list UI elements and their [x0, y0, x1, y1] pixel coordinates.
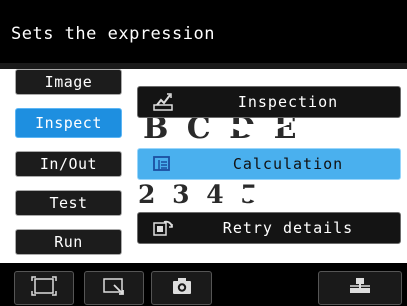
page-title: Sets the expression — [11, 24, 215, 44]
image-arrow-marker — [225, 189, 293, 203]
image-arrow-marker — [222, 124, 290, 138]
nav-in-out-button[interactable]: In/Out — [15, 151, 122, 177]
nav-flow-arrow — [53, 98, 83, 104]
calculation-icon — [152, 154, 174, 174]
inspection-icon — [152, 92, 174, 112]
nav-image-button[interactable]: Image — [15, 69, 122, 95]
menu-retry-details-label: Retry details — [222, 219, 354, 237]
network-icon — [347, 276, 373, 300]
screen: Sets the expression B C D E 2 3 4 5 Imag… — [0, 0, 407, 306]
network-button[interactable] — [318, 271, 402, 305]
menu-inspection-button[interactable]: Inspection — [137, 86, 401, 118]
fit-screen-icon — [31, 276, 57, 300]
menu-inspection-label: Inspection — [237, 93, 339, 111]
menu-calculation-button[interactable]: Calculation — [137, 148, 401, 180]
fit-screen-button[interactable] — [14, 271, 74, 305]
zoom-window-button[interactable] — [84, 271, 144, 305]
nav-flow-arrow — [53, 141, 83, 147]
nav-test-button[interactable]: Test — [15, 190, 122, 216]
title-bar: Sets the expression — [0, 0, 407, 63]
camera-icon — [170, 276, 194, 300]
zoom-window-icon — [101, 276, 127, 300]
menu-retry-details-button[interactable]: Retry details — [137, 212, 401, 244]
nav-run-button[interactable]: Run — [15, 229, 122, 255]
capture-button[interactable] — [151, 271, 212, 305]
retry-details-icon — [152, 218, 174, 238]
nav-flow-arrow — [53, 180, 83, 186]
menu-calculation-label: Calculation — [232, 155, 344, 173]
nav-inspect-button[interactable]: Inspect — [15, 108, 122, 138]
nav-flow-arrow — [53, 219, 83, 225]
